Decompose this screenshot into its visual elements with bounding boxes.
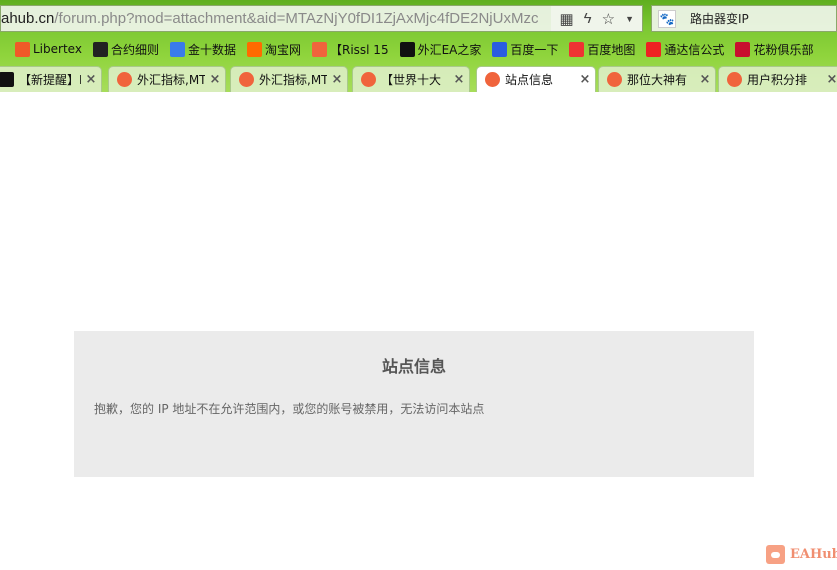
tab-favicon-icon [0, 72, 14, 87]
tab[interactable]: 用户积分排 × [718, 66, 837, 92]
tab-favicon-icon [485, 72, 500, 87]
tab[interactable]: 那位大神有 × [598, 66, 716, 92]
tab[interactable]: 【世界十大 × [352, 66, 470, 92]
e-icon [399, 41, 415, 57]
site-info-panel: 站点信息 抱歉，您的 IP 地址不在允许范围内，或您的账号被禁用，无法访问本站点 [74, 331, 754, 477]
bookmark-item[interactable]: 花粉俱乐部 [735, 41, 813, 58]
bookmark-item[interactable]: Libertex [15, 41, 82, 57]
bookmark-label: 金十数据 [187, 42, 236, 57]
bookmark-label: 【Rissl 15 [329, 42, 389, 57]
close-tab-icon[interactable]: × [575, 72, 595, 87]
bookmarks-bar: Libertex 合约细则 金十数据 淘宝网 【Rissl 15 外汇EA之家 百度一下 百度… [0, 36, 824, 62]
baidu-map-icon [569, 41, 585, 57]
lightning-icon[interactable]: ϟ [584, 10, 592, 27]
close-tab-icon[interactable]: × [205, 72, 225, 87]
close-tab-icon[interactable]: × [327, 72, 347, 87]
bookmark-label: 百度一下 [510, 42, 559, 57]
tab-label: 【世界十大 [381, 73, 442, 87]
bookmark-label: Libertex [33, 42, 82, 56]
tab-label: 【新提醒】E [19, 73, 81, 87]
huawei-icon [735, 41, 751, 57]
tab-favicon-icon [239, 72, 254, 87]
bookmark-item[interactable]: 合约细则 [92, 41, 159, 58]
baidu-icon: 🐾 [658, 9, 676, 28]
eahub-icon [311, 41, 327, 57]
tab-favicon-icon [361, 72, 376, 87]
tab-label: 那位大神有 [627, 73, 688, 87]
page-title: 站点信息 [381, 357, 446, 376]
bookmark-label: 淘宝网 [264, 42, 301, 57]
bookmark-item[interactable]: 金十数据 [169, 41, 236, 58]
jin10-icon [169, 41, 185, 57]
logo-text: EAHub [790, 547, 837, 562]
bookmark-item[interactable]: 百度一下 [492, 41, 558, 58]
tab[interactable]: 外汇指标,MT × [108, 66, 226, 92]
libertex-icon [15, 41, 30, 57]
tab-favicon-icon [727, 72, 742, 87]
bookmark-label: 百度地图 [587, 42, 636, 57]
dropdown-icon[interactable]: ▼ [625, 14, 634, 24]
url-path: /forum.php?mod=attachment&aid=MTAzNjY0fD… [54, 10, 539, 27]
tab[interactable]: 【新提醒】E × [0, 66, 102, 92]
tab-label: 用户积分排 [747, 73, 808, 87]
eahub-logo-icon [766, 545, 785, 564]
contract-icon [92, 41, 108, 57]
taobao-icon [246, 41, 262, 57]
bookmark-label: 外汇EA之家 [417, 42, 482, 57]
close-tab-icon[interactable]: × [449, 72, 469, 87]
address-bar[interactable]: ahub.cn/forum.php?mod=attachment&aid=MTA… [0, 5, 643, 32]
search-box[interactable]: 🐾 路由器变IP [651, 5, 837, 32]
star-icon[interactable]: ☆ [602, 10, 615, 28]
bookmark-label: 花粉俱乐部 [753, 42, 814, 57]
baidu-icon [492, 41, 508, 57]
close-tab-icon[interactable]: × [81, 72, 101, 87]
close-tab-icon[interactable]: × [822, 72, 837, 87]
close-tab-icon[interactable]: × [695, 72, 715, 87]
bookmark-label: 合约细则 [110, 42, 159, 57]
qr-code-icon[interactable]: ▦ [559, 10, 573, 28]
tab[interactable]: 站点信息 × [476, 66, 596, 92]
eahub-logo[interactable]: EAHub [766, 545, 837, 564]
tab[interactable]: 外汇指标,MT × [230, 66, 348, 92]
search-input[interactable]: 路由器变IP [690, 10, 749, 27]
bookmark-item[interactable]: 淘宝网 [246, 41, 301, 58]
tab-label: 外汇指标,MT [259, 73, 327, 87]
tab-label: 站点信息 [505, 73, 554, 87]
bookmark-item[interactable]: 【Rissl 15 [311, 41, 389, 58]
error-message: 抱歉，您的 IP 地址不在允许范围内，或您的账号被禁用，无法访问本站点 [94, 402, 485, 416]
tab-label: 外汇指标,MT [137, 73, 205, 87]
bookmark-item[interactable]: 外汇EA之家 [399, 41, 482, 58]
tab-favicon-icon [117, 72, 132, 87]
gupiao-icon [646, 41, 662, 57]
bookmark-item[interactable]: 百度地图 [569, 41, 635, 58]
browser-chrome: ahub.cn/forum.php?mod=attachment&aid=MTA… [0, 0, 837, 92]
tab-strip: 【新提醒】E × 外汇指标,MT × 外汇指标,MT × 【世界十大 × 站点信息 × 那位大神有 ×… [0, 66, 837, 92]
bookmark-item[interactable]: 通达信公式 [646, 41, 724, 58]
bookmark-label: 通达信公式 [664, 42, 725, 57]
tab-favicon-icon [607, 72, 622, 87]
url-host: ahub.cn [1, 10, 55, 27]
